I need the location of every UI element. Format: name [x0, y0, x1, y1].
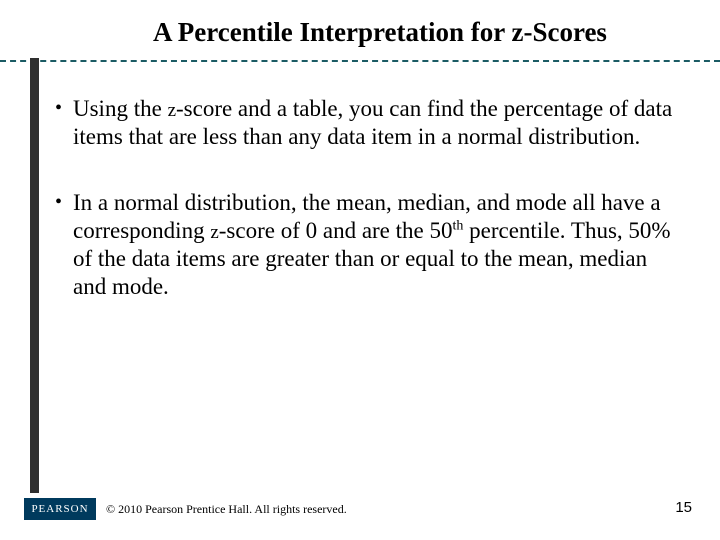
page-number: 15: [675, 499, 692, 516]
bullet-text: In a normal distribution, the mean, medi…: [73, 189, 680, 301]
text-segment: Using the: [73, 96, 168, 121]
bullet-dot: •: [55, 189, 73, 301]
content-area: • Using the z-score and a table, you can…: [55, 95, 680, 339]
bullet-text: Using the z-score and a table, you can f…: [73, 95, 680, 151]
ordinal-sup: th: [453, 218, 464, 233]
title-part-a: A Percentile Interpretation for: [153, 17, 511, 47]
title-z: z: [511, 17, 523, 47]
vertical-bar: [30, 58, 39, 493]
title-part-b: -Scores: [523, 17, 606, 47]
list-item: • In a normal distribution, the mean, me…: [55, 189, 680, 301]
text-segment: -score of 0 and are the 50: [219, 218, 453, 243]
bullet-dot: •: [55, 95, 73, 151]
slide-title: A Percentile Interpretation for z-Scores: [0, 0, 720, 60]
logo-text: PEARSON: [31, 503, 88, 515]
footer: PEARSON © 2010 Pearson Prentice Hall. Al…: [24, 498, 347, 520]
z-italic: z: [168, 100, 176, 121]
pearson-logo: PEARSON: [24, 498, 96, 520]
dashed-divider: [0, 60, 720, 62]
list-item: • Using the z-score and a table, you can…: [55, 95, 680, 151]
z-italic: z: [210, 222, 218, 243]
copyright-text: © 2010 Pearson Prentice Hall. All rights…: [106, 502, 347, 517]
